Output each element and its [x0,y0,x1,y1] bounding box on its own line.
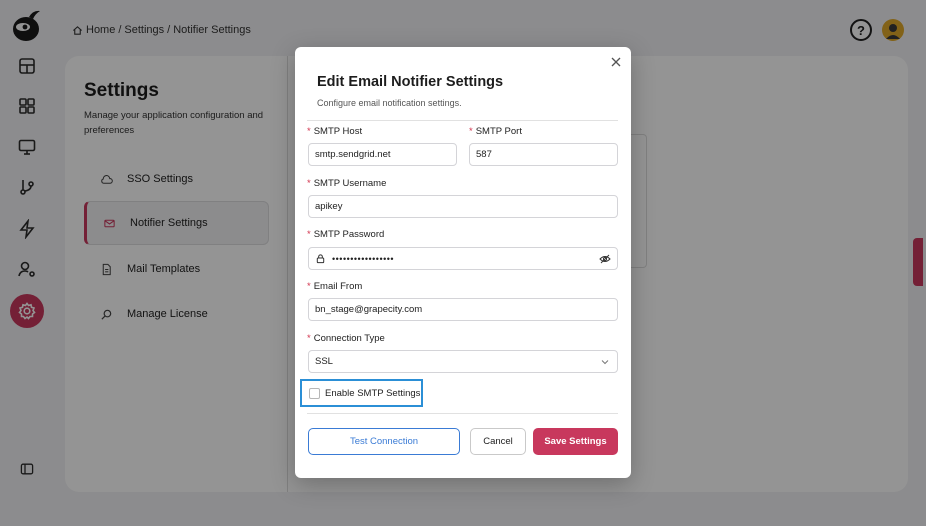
label-text: SMTP Host [313,126,363,137]
smtp-password-label: * SMTP Password [307,229,384,240]
chevron-down-icon [601,360,609,365]
modal-title: Edit Email Notifier Settings [317,74,504,90]
required-marker: * [307,229,311,240]
required-marker: * [307,281,311,292]
connection-type-label: * Connection Type [307,333,385,344]
modal-subtitle: Configure email notification settings. [317,98,462,108]
close-icon[interactable] [609,55,623,69]
checkbox-icon[interactable] [309,387,320,399]
smtp-host-label: * SMTP Host [307,126,362,137]
password-value: ••••••••••••••••• [332,253,395,264]
enable-smtp-checkbox[interactable]: Enable SMTP Settings [300,379,423,407]
email-from-input[interactable]: bn_stage@grapecity.com [308,298,618,321]
save-settings-button[interactable]: Save Settings [533,428,618,455]
smtp-username-input[interactable]: apikey [308,195,618,218]
required-marker: * [307,126,311,137]
modal-divider [307,120,618,121]
label-text: Email From [313,281,363,292]
cancel-button[interactable]: Cancel [470,428,526,455]
smtp-port-input[interactable]: 587 [469,143,618,166]
required-marker: * [307,178,311,189]
label-text: SMTP Password [313,229,385,240]
connection-type-value: SSL [315,356,333,367]
enable-smtp-label: Enable SMTP Settings [325,387,421,399]
label-text: SMTP Port [475,126,522,137]
required-marker: * [469,126,473,137]
required-marker: * [307,333,311,344]
label-text: Connection Type [313,333,385,344]
smtp-port-label: * SMTP Port [469,126,522,137]
smtp-host-input[interactable]: smtp.sendgrid.net [308,143,457,166]
edit-email-notifier-modal: Edit Email Notifier Settings Configure e… [295,47,631,478]
eye-off-icon[interactable] [599,253,611,265]
smtp-username-label: * SMTP Username [307,178,386,189]
label-text: SMTP Username [313,178,387,189]
lock-icon [316,254,325,264]
test-connection-button[interactable]: Test Connection [308,428,460,455]
modal-divider [307,413,618,414]
connection-type-select[interactable]: SSL [308,350,618,373]
smtp-password-input[interactable]: ••••••••••••••••• [308,247,618,270]
email-from-label: * Email From [307,281,362,292]
